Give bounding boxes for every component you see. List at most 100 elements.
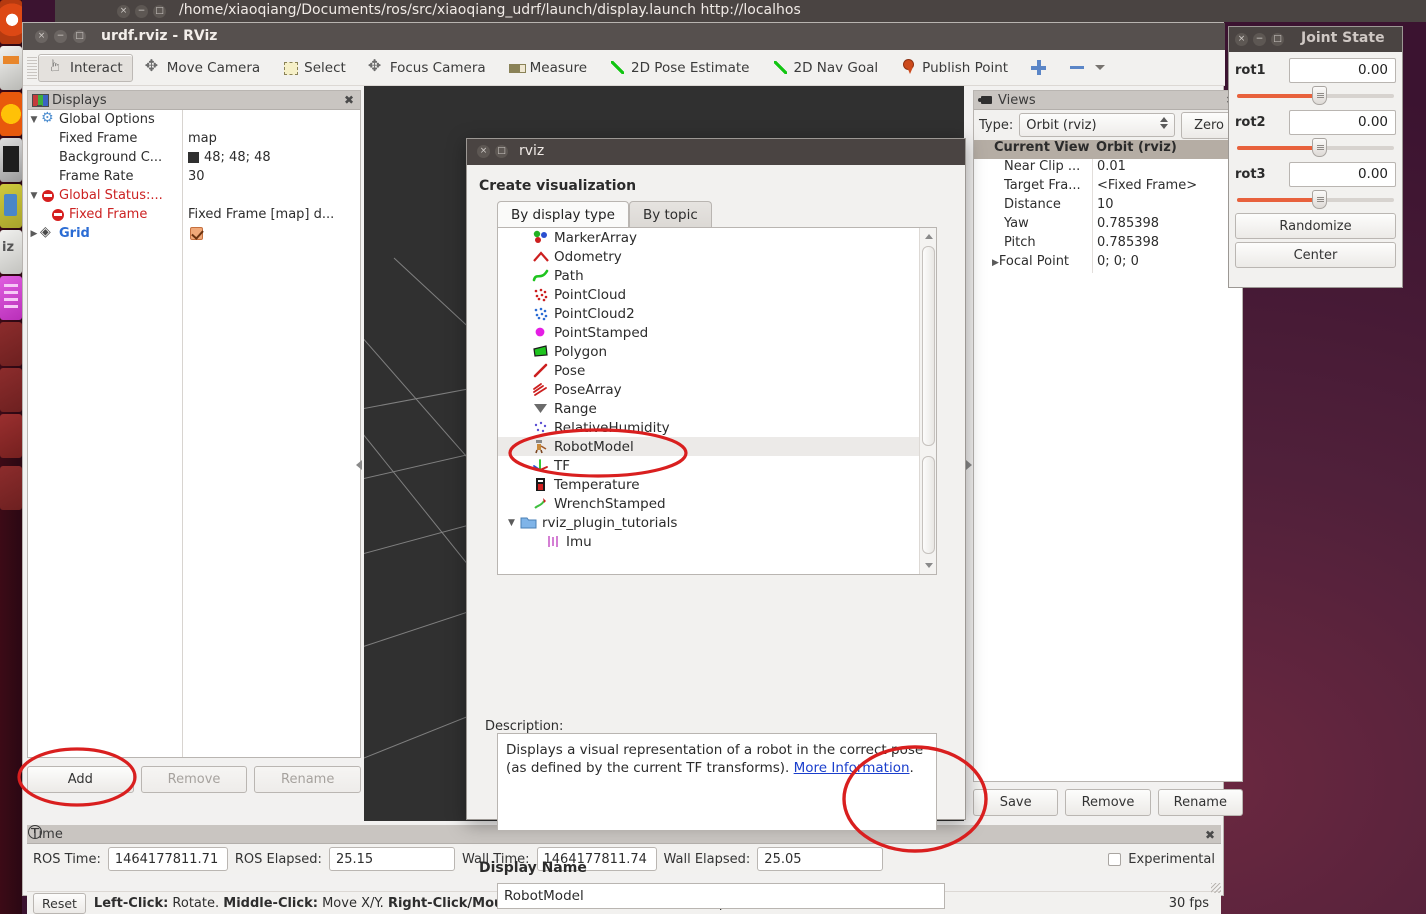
close-icon[interactable]: × bbox=[477, 145, 490, 158]
tool-publish-point[interactable]: Publish Point bbox=[890, 54, 1018, 82]
list-item-range[interactable]: Range bbox=[498, 399, 919, 418]
wall-elapsed-input[interactable]: 25.05 bbox=[757, 847, 884, 871]
scroll-down-icon[interactable] bbox=[922, 559, 935, 572]
ros-time-input[interactable]: 1464177811.71 bbox=[107, 847, 228, 871]
joint-value-input[interactable]: 0.00 bbox=[1289, 109, 1396, 135]
tool-2d-pose-estimate[interactable]: 2D Pose Estimate bbox=[599, 54, 759, 82]
list-item-pointstamped[interactable]: PointStamped bbox=[498, 323, 919, 342]
chevron-down-icon[interactable] bbox=[1095, 65, 1106, 70]
add-tool-button[interactable] bbox=[1020, 54, 1057, 82]
tool-select[interactable]: Select bbox=[272, 54, 356, 82]
list-item-wrenchstamped[interactable]: WrenchStamped bbox=[498, 494, 919, 513]
close-icon[interactable]: ✖ bbox=[1203, 828, 1217, 842]
slider-handle[interactable] bbox=[1312, 86, 1328, 105]
toolbar-drag-handle[interactable] bbox=[27, 56, 37, 79]
tool-measure[interactable]: Measure bbox=[498, 54, 597, 82]
twisty-icon[interactable]: ▼ bbox=[28, 115, 40, 125]
list-item-pointcloud2[interactable]: PointCloud2 bbox=[498, 304, 919, 323]
jsp-titlebar[interactable]: × − □ Joint State bbox=[1229, 27, 1402, 52]
list-group-rviz-plugin-tutorials[interactable]: ▼ rviz_plugin_tutorials bbox=[498, 513, 919, 532]
unity-launcher[interactable] bbox=[0, 0, 28, 914]
twisty-icon[interactable]: ▶ bbox=[28, 229, 40, 239]
views-row[interactable]: Distance 10 bbox=[974, 197, 1242, 216]
value-grid-enabled[interactable] bbox=[183, 224, 360, 243]
list-item-markerarray[interactable]: MarkerArray bbox=[498, 228, 919, 247]
close-icon[interactable]: × bbox=[35, 30, 48, 43]
tree-row-grid[interactable]: ▶ Grid bbox=[28, 224, 182, 243]
joint-value-input[interactable]: 0.00 bbox=[1289, 57, 1396, 83]
scroll-up-icon[interactable] bbox=[922, 230, 935, 243]
tool-2d-nav-goal[interactable]: 2D Nav Goal bbox=[762, 54, 889, 82]
list-item-odometry[interactable]: Odometry bbox=[498, 247, 919, 266]
tree-row-background-color[interactable]: Background C... bbox=[28, 148, 182, 167]
maximize-icon[interactable]: □ bbox=[73, 30, 86, 43]
tree-row-fixed-frame[interactable]: Fixed Frame bbox=[28, 129, 182, 148]
tool-focus-camera[interactable]: Focus Camera bbox=[358, 54, 496, 82]
maximize-icon[interactable]: □ bbox=[153, 5, 166, 18]
grid-enabled-checkbox[interactable] bbox=[190, 227, 203, 240]
left-splitter-handle[interactable] bbox=[354, 458, 363, 472]
reset-button[interactable]: Reset bbox=[33, 893, 86, 914]
display-list-scrollbar[interactable] bbox=[919, 228, 936, 574]
list-item-pointcloud[interactable]: PointCloud bbox=[498, 285, 919, 304]
list-item-tf[interactable]: TF bbox=[498, 456, 919, 475]
tree-row-global-options[interactable]: ▼ Global Options bbox=[28, 110, 182, 129]
list-item-imu[interactable]: Imu bbox=[498, 532, 919, 551]
window-resize-grip[interactable] bbox=[1211, 883, 1221, 893]
randomize-button[interactable]: Randomize bbox=[1235, 213, 1396, 239]
twisty-icon[interactable]: ▼ bbox=[508, 518, 520, 528]
value-background-color[interactable]: 48; 48; 48 bbox=[183, 148, 360, 167]
view-type-select[interactable]: Orbit (rviz) bbox=[1019, 113, 1176, 137]
list-item-pose[interactable]: Pose bbox=[498, 361, 919, 380]
joint-slider[interactable] bbox=[1237, 84, 1394, 106]
app-icon-2[interactable] bbox=[0, 368, 22, 412]
slider-handle[interactable] bbox=[1312, 138, 1328, 157]
views-row[interactable]: Pitch 0.785398 bbox=[974, 235, 1242, 254]
add-button[interactable]: Add bbox=[27, 765, 134, 793]
views-row[interactable]: Target Fra... <Fixed Frame> bbox=[974, 178, 1242, 197]
views-row-focal-point[interactable]: ▶Focal Point 0; 0; 0 bbox=[974, 254, 1242, 273]
display-type-list[interactable]: MarkerArray Odometry Path PointCloud Poi… bbox=[497, 227, 937, 575]
minimize-icon[interactable]: − bbox=[54, 30, 67, 43]
office-icon[interactable] bbox=[0, 184, 22, 228]
spinner-icon[interactable] bbox=[1160, 117, 1169, 129]
twisty-icon[interactable]: ▼ bbox=[28, 191, 40, 201]
terminal-window-titlebar[interactable]: × − □ /home/xiaoqiang/Documents/ros/src/… bbox=[55, 0, 1426, 22]
app-icon-1[interactable] bbox=[0, 322, 22, 366]
views-row[interactable]: Near Clip ... 0.01 bbox=[974, 159, 1242, 178]
views-save-button[interactable]: Save bbox=[973, 789, 1059, 816]
app-icon-4[interactable] bbox=[0, 466, 22, 510]
value-frame-rate[interactable]: 30 bbox=[183, 167, 360, 186]
joint-value-input[interactable]: 0.00 bbox=[1289, 161, 1396, 187]
close-icon[interactable]: × bbox=[1235, 33, 1248, 46]
maximize-icon[interactable]: □ bbox=[1271, 33, 1284, 46]
app-icon-3[interactable] bbox=[0, 414, 22, 458]
experimental-checkbox[interactable] bbox=[1108, 852, 1122, 866]
list-item-temperature[interactable]: Temperature bbox=[498, 475, 919, 494]
tool-move-camera[interactable]: Move Camera bbox=[135, 54, 270, 82]
joint-slider[interactable] bbox=[1237, 188, 1394, 210]
close-icon[interactable]: ✖ bbox=[342, 93, 356, 107]
list-item-robotmodel[interactable]: RobotModel bbox=[498, 437, 919, 456]
maximize-icon[interactable]: □ bbox=[495, 145, 508, 158]
list-item-path[interactable]: Path bbox=[498, 266, 919, 285]
remove-tool-button[interactable] bbox=[1059, 54, 1115, 82]
terminal-icon[interactable] bbox=[0, 138, 22, 182]
more-information-link[interactable]: More Information bbox=[794, 760, 910, 776]
views-rename-button[interactable]: Rename bbox=[1157, 789, 1243, 816]
center-button[interactable]: Center bbox=[1235, 242, 1396, 268]
views-remove-button[interactable]: Remove bbox=[1065, 789, 1151, 816]
scrollbar-thumb-upper[interactable] bbox=[922, 246, 935, 446]
twisty-icon[interactable]: ▶ bbox=[992, 258, 999, 268]
list-item-polygon[interactable]: Polygon bbox=[498, 342, 919, 361]
files-icon[interactable] bbox=[0, 46, 22, 90]
list-item-relativehumidity[interactable]: RelativeHumidity bbox=[498, 418, 919, 437]
calculator-icon[interactable] bbox=[0, 276, 22, 320]
views-row[interactable]: Yaw 0.785398 bbox=[974, 216, 1242, 235]
slider-handle[interactable] bbox=[1312, 190, 1328, 209]
tab-by-topic[interactable]: By topic bbox=[628, 201, 712, 227]
list-item-posearray[interactable]: PoseArray bbox=[498, 380, 919, 399]
dialog-titlebar[interactable]: × □ rviz bbox=[467, 139, 965, 165]
tree-row-global-status[interactable]: ▼ Global Status:... bbox=[28, 186, 182, 205]
value-fixed-frame[interactable]: map bbox=[183, 129, 360, 148]
